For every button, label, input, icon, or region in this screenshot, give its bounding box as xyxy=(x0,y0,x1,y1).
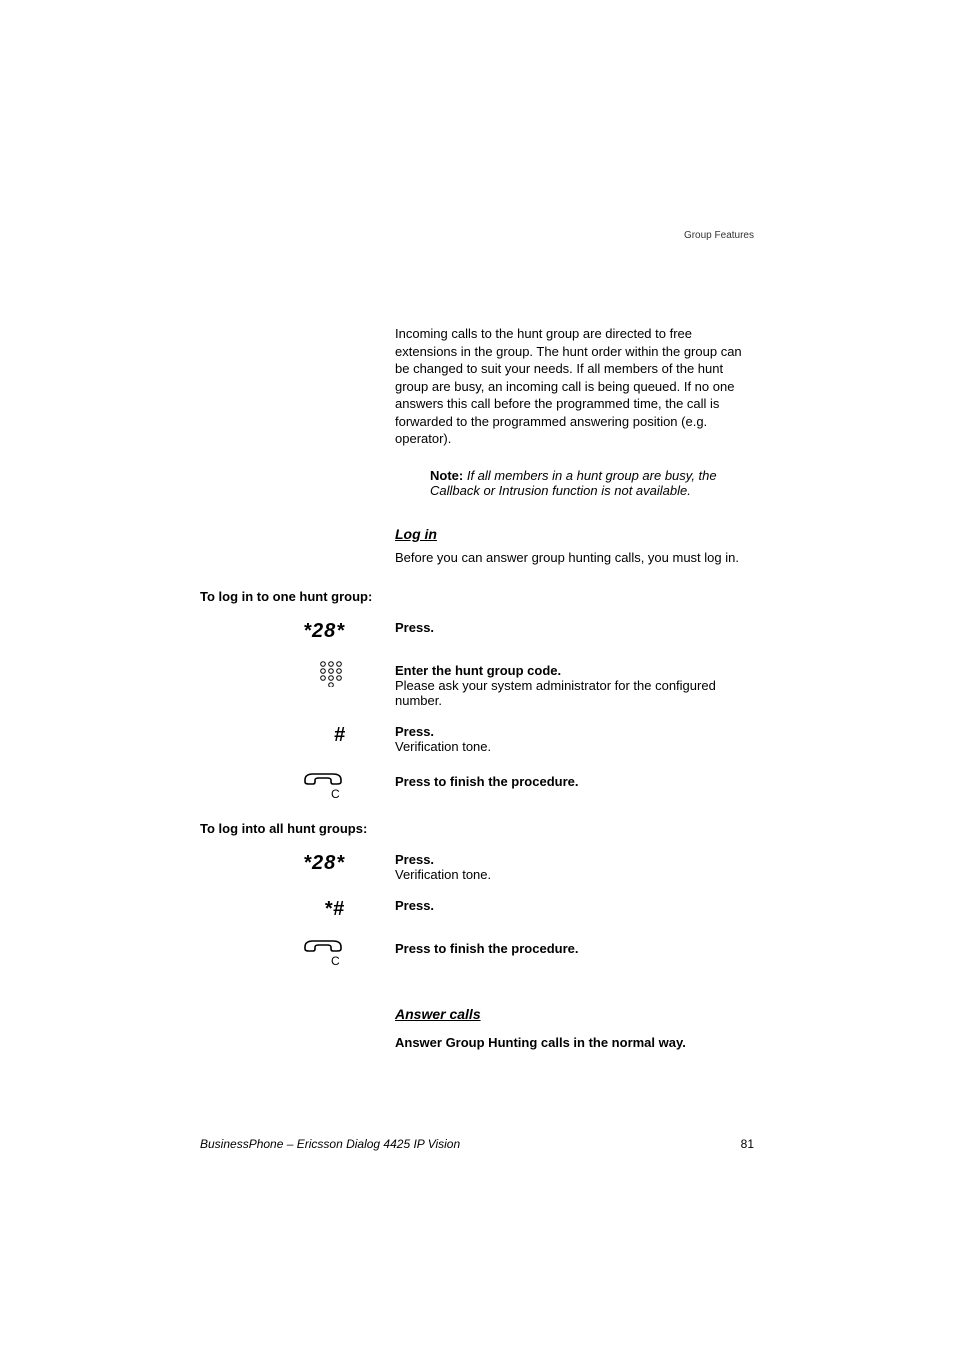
all-groups-label: To log into all hunt groups: xyxy=(200,821,395,836)
press-text-2: Press. xyxy=(395,724,754,739)
login-section: Log in Before you can answer group hunti… xyxy=(395,526,754,565)
keypad-left xyxy=(200,659,395,692)
press-text-3: Press. xyxy=(395,852,754,867)
clear-row-1: C Press to finish the procedure. xyxy=(200,770,754,805)
note-block: Note: If all members in a hunt group are… xyxy=(430,468,754,498)
press-finish-1: Press to finish the procedure. xyxy=(395,774,754,789)
section-header: Group Features xyxy=(684,230,754,241)
clear-row-2: C Press to finish the procedure. xyxy=(200,937,754,972)
answer-section: Answer calls Answer Group Hunting calls … xyxy=(395,1006,754,1052)
press-finish-2: Press to finish the procedure. xyxy=(395,941,754,956)
page-footer: BusinessPhone – Ericsson Dialog 4425 IP … xyxy=(200,1137,754,1151)
clear-left-1: C xyxy=(200,770,395,805)
keypad-row: Enter the hunt group code. Please ask yo… xyxy=(200,659,754,708)
footer-title: BusinessPhone – Ericsson Dialog 4425 IP … xyxy=(200,1137,460,1151)
login-heading: Log in xyxy=(395,526,754,542)
keypad-right: Enter the hunt group code. Please ask yo… xyxy=(395,659,754,708)
seq1-row: *28* Press. xyxy=(200,620,754,643)
answer-heading: Answer calls xyxy=(395,1006,754,1022)
intro-paragraph: Incoming calls to the hunt group are dir… xyxy=(395,325,754,448)
main-content: Incoming calls to the hunt group are dir… xyxy=(200,325,754,1051)
press-text-1: Press. xyxy=(395,620,434,635)
enter-code-sub: Please ask your system administrator for… xyxy=(395,678,754,708)
intro-block: Incoming calls to the hunt group are dir… xyxy=(395,325,754,498)
key-sequence-starhash: *# xyxy=(324,898,345,920)
note-text: If all members in a hunt group are busy,… xyxy=(430,468,717,498)
clear-right-2: Press to finish the procedure. xyxy=(395,937,754,956)
note-label: Note: xyxy=(430,468,463,483)
login-intro: Before you can answer group hunting call… xyxy=(395,550,754,565)
seq1-left: *28* xyxy=(200,620,395,643)
hash-row: # Press. Verification tone. xyxy=(200,724,754,754)
seq3-row: *# Press. xyxy=(200,898,754,921)
clear-left-2: C xyxy=(200,937,395,972)
hash-left: # xyxy=(200,724,395,747)
seq1-right: Press. xyxy=(395,620,754,635)
all-groups-label-row: To log into all hunt groups: xyxy=(200,821,754,836)
seq2-row: *28* Press. Verification tone. xyxy=(200,852,754,882)
hash-right: Press. Verification tone. xyxy=(395,724,754,754)
press-text-4: Press. xyxy=(395,898,754,913)
clear-right-1: Press to finish the procedure. xyxy=(395,770,754,789)
answer-line: Answer Group Hunting calls in the normal… xyxy=(395,1034,754,1052)
seq2-right: Press. Verification tone. xyxy=(395,852,754,882)
clear-handset-icon-2: C xyxy=(301,937,345,967)
one-group-label-row: To log in to one hunt group: xyxy=(200,589,754,604)
seq3-left: *# xyxy=(200,898,395,921)
enter-code-bold: Enter the hunt group code. xyxy=(395,663,754,678)
one-group-label: To log in to one hunt group: xyxy=(200,589,395,604)
keypad-icon xyxy=(317,659,345,687)
page-container: Group Features Incoming calls to the hun… xyxy=(0,0,954,1351)
clear-handset-icon: C xyxy=(301,770,345,800)
svg-text:C: C xyxy=(331,954,340,967)
seq2-left: *28* xyxy=(200,852,395,875)
key-sequence-star28star: *28* xyxy=(303,620,345,642)
verification-text-1: Verification tone. xyxy=(395,739,754,754)
seq3-right: Press. xyxy=(395,898,754,913)
footer-page-number: 81 xyxy=(741,1137,754,1151)
key-sequence-star28star-2: *28* xyxy=(303,852,345,874)
hash-key: # xyxy=(334,724,345,746)
verification-text-2: Verification tone. xyxy=(395,867,754,882)
svg-text:C: C xyxy=(331,787,340,800)
